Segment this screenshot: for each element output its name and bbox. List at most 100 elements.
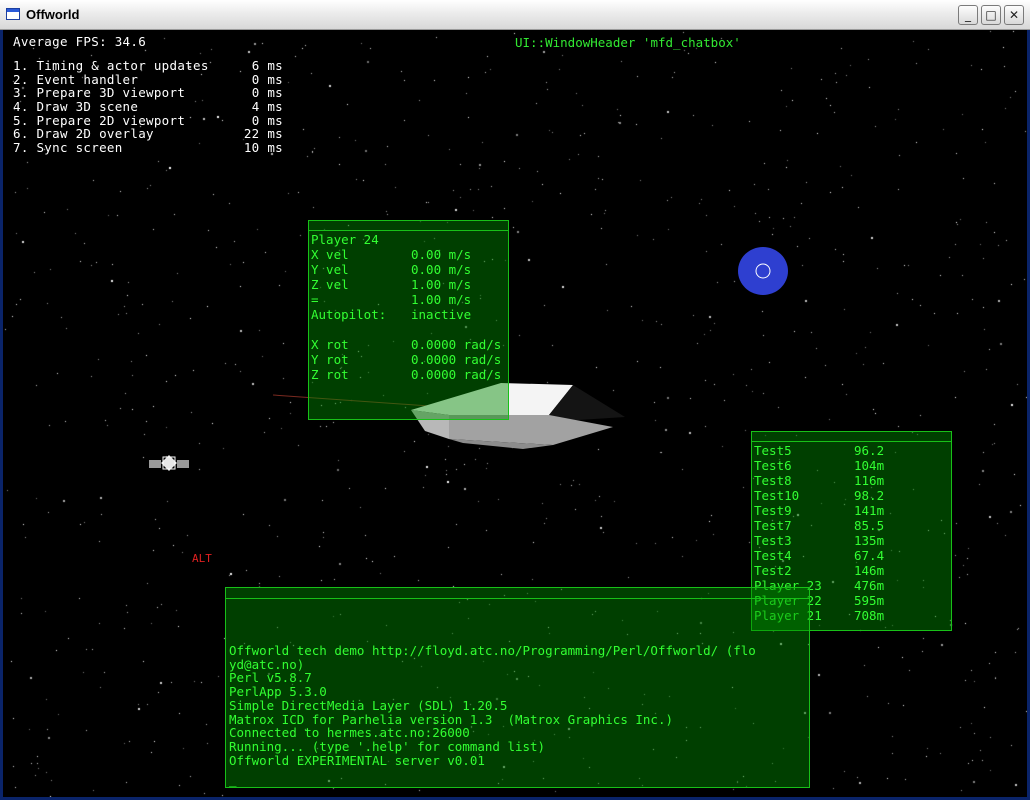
player-distance: 135m bbox=[854, 533, 885, 548]
player-name: Test5 bbox=[754, 443, 792, 458]
timing-value: 22 ms bbox=[243, 126, 283, 142]
timing-row: 4. Draw 3D scene 4 ms bbox=[13, 100, 283, 114]
chat-line: Offworld tech demo http://floyd.atc.no/P… bbox=[229, 643, 756, 658]
chat-line: Offworld EXPERIMENTAL server v0.01 bbox=[229, 752, 485, 768]
player-distance: 116m bbox=[854, 473, 885, 488]
title-bar[interactable]: Offworld _ □ ✕ bbox=[0, 0, 1030, 30]
status-value: 0.00 m/s bbox=[411, 262, 472, 277]
timing-value: 6 ms bbox=[251, 58, 283, 73]
ranking-row: Test10 98.2 bbox=[754, 488, 944, 503]
chatbox-panel[interactable]: Offworld tech demo http://floyd.atc.no/P… bbox=[225, 587, 810, 788]
timing-label: 3. Prepare 3D viewport bbox=[13, 85, 186, 101]
close-button[interactable]: ✕ bbox=[1004, 5, 1024, 25]
maximize-button[interactable]: □ bbox=[981, 5, 1001, 25]
status-label: = bbox=[311, 292, 319, 307]
player-distance: 67.4 bbox=[854, 548, 885, 563]
chat-line: Simple DirectMedia Layer (SDL) 1.20.5 bbox=[229, 697, 508, 713]
player-status-row: Z rot 0.0000 rad/s bbox=[311, 367, 511, 382]
timing-label: 5. Prepare 2D viewport bbox=[13, 112, 186, 128]
panel-header[interactable] bbox=[309, 221, 508, 231]
timing-label: 1. Timing & actor updates bbox=[13, 58, 209, 73]
game-viewport[interactable]: Average FPS: 34.6 1. Timing & actor upda… bbox=[3, 30, 1027, 797]
ranking-row: Test3 135m bbox=[754, 533, 944, 548]
satellite-object bbox=[149, 455, 189, 471]
status-label: Autopilot: bbox=[311, 307, 387, 322]
timing-value: 10 ms bbox=[243, 140, 283, 156]
chatbox-header[interactable] bbox=[226, 588, 809, 599]
chat-input-cursor[interactable]: _ bbox=[229, 772, 237, 787]
timing-label: 4. Draw 3D scene bbox=[13, 99, 139, 115]
timing-row: 5. Prepare 2D viewport 0 ms bbox=[13, 114, 283, 128]
timing-value: 0 ms bbox=[251, 85, 283, 101]
player-distance: 146m bbox=[854, 563, 885, 578]
player-status-row: Autopilot: inactive bbox=[311, 307, 511, 322]
timing-list: 1. Timing & actor updates 6 ms 2. Event ha… bbox=[13, 59, 283, 155]
chat-line: PerlApp 5.3.0 bbox=[229, 684, 327, 700]
chat-line: Connected to hermes.atc.no:26000 bbox=[229, 725, 470, 741]
timing-row: 6. Draw 2D overlay 22 ms bbox=[13, 127, 283, 141]
player-distance: 708m bbox=[854, 608, 885, 623]
status-label: Player 24 bbox=[311, 232, 379, 247]
ranking-row: Test2 146m bbox=[754, 563, 944, 578]
player-status-row: X rot 0.0000 rad/s bbox=[311, 337, 511, 352]
altitude-label: ALT bbox=[192, 552, 212, 565]
panel-header[interactable] bbox=[752, 432, 951, 442]
player-distance: 476m bbox=[854, 578, 885, 593]
timing-value: 0 ms bbox=[251, 112, 283, 128]
chat-line: Matrox ICD for Parhelia version 1.3 (Mat… bbox=[229, 711, 674, 727]
minimize-icon: _ bbox=[965, 8, 971, 22]
player-status-row: Y vel 0.00 m/s bbox=[311, 262, 511, 277]
status-value: 1.00 m/s bbox=[411, 277, 472, 292]
player-status-row: Y rot 0.0000 rad/s bbox=[311, 352, 511, 367]
status-value: 0.00 m/s bbox=[411, 247, 472, 262]
timing-row: 2. Event handler 0 ms bbox=[13, 71, 283, 87]
timing-label: 7. Sync screen bbox=[13, 140, 123, 156]
timing-row: 3. Prepare 3D viewport 0 ms bbox=[13, 86, 283, 100]
minimize-button[interactable]: _ bbox=[958, 5, 978, 25]
player-name: Test7 bbox=[754, 518, 792, 533]
ranking-row: Test9 141m bbox=[754, 503, 944, 518]
status-value: 1.00 m/s bbox=[411, 292, 472, 307]
timing-value: 4 ms bbox=[251, 99, 283, 115]
player-name: Test8 bbox=[754, 473, 792, 488]
player-name: Test3 bbox=[754, 533, 792, 548]
chat-log: Offworld tech demo http://floyd.atc.no/P… bbox=[229, 644, 809, 767]
player-distance: 85.5 bbox=[854, 518, 885, 533]
ranking-row: Test8 116m bbox=[754, 473, 944, 488]
ranking-row: Test5 96.2 bbox=[754, 443, 944, 458]
status-label: Z rot bbox=[311, 367, 349, 382]
player-status-row: Player 24 bbox=[311, 232, 511, 247]
chat-line: Perl v5.8.7 bbox=[229, 670, 312, 686]
player-distance: 104m bbox=[854, 458, 885, 473]
app-icon bbox=[6, 8, 20, 20]
player-distance: 98.2 bbox=[854, 488, 885, 503]
timing-label: 2. Event handler bbox=[13, 71, 139, 87]
status-value: inactive bbox=[411, 307, 472, 322]
player-status-row: X vel 0.00 m/s bbox=[311, 247, 511, 262]
player-name: Test4 bbox=[754, 548, 792, 563]
player-distance: 141m bbox=[854, 503, 885, 518]
planet-marker bbox=[738, 247, 788, 295]
status-label: X rot bbox=[311, 337, 349, 352]
timing-label: 6. Draw 2D overlay bbox=[13, 126, 154, 142]
ranking-row: Test7 85.5 bbox=[754, 518, 944, 533]
status-label: Y vel bbox=[311, 262, 349, 277]
player-name: Test2 bbox=[754, 563, 792, 578]
timing-row: 1. Timing & actor updates 6 ms bbox=[13, 59, 283, 73]
player-status-row: = 1.00 m/s bbox=[311, 292, 511, 307]
maximize-icon: □ bbox=[985, 8, 997, 22]
player-status-row: Z vel 1.00 m/s bbox=[311, 277, 511, 292]
player-name: Test6 bbox=[754, 458, 792, 473]
player-distance: 96.2 bbox=[854, 443, 885, 458]
player-name: Test10 bbox=[754, 488, 800, 503]
status-label: Y rot bbox=[311, 352, 349, 367]
player-status-panel[interactable]: Player 24 X vel 0.00 m/s Y vel 0.00 m/s Z vel… bbox=[308, 220, 509, 420]
player-status-row bbox=[311, 322, 511, 337]
ranking-row: Test4 67.4 bbox=[754, 548, 944, 563]
status-value: 0.0000 rad/s bbox=[411, 352, 502, 367]
ranking-row: Test6 104m bbox=[754, 458, 944, 473]
player-status-rows: Player 24 X vel 0.00 m/s Y vel 0.00 m/s Z vel… bbox=[311, 232, 511, 382]
status-value: 0.0000 rad/s bbox=[411, 367, 502, 382]
timing-value: 0 ms bbox=[251, 71, 283, 87]
close-icon: ✕ bbox=[1008, 8, 1020, 22]
